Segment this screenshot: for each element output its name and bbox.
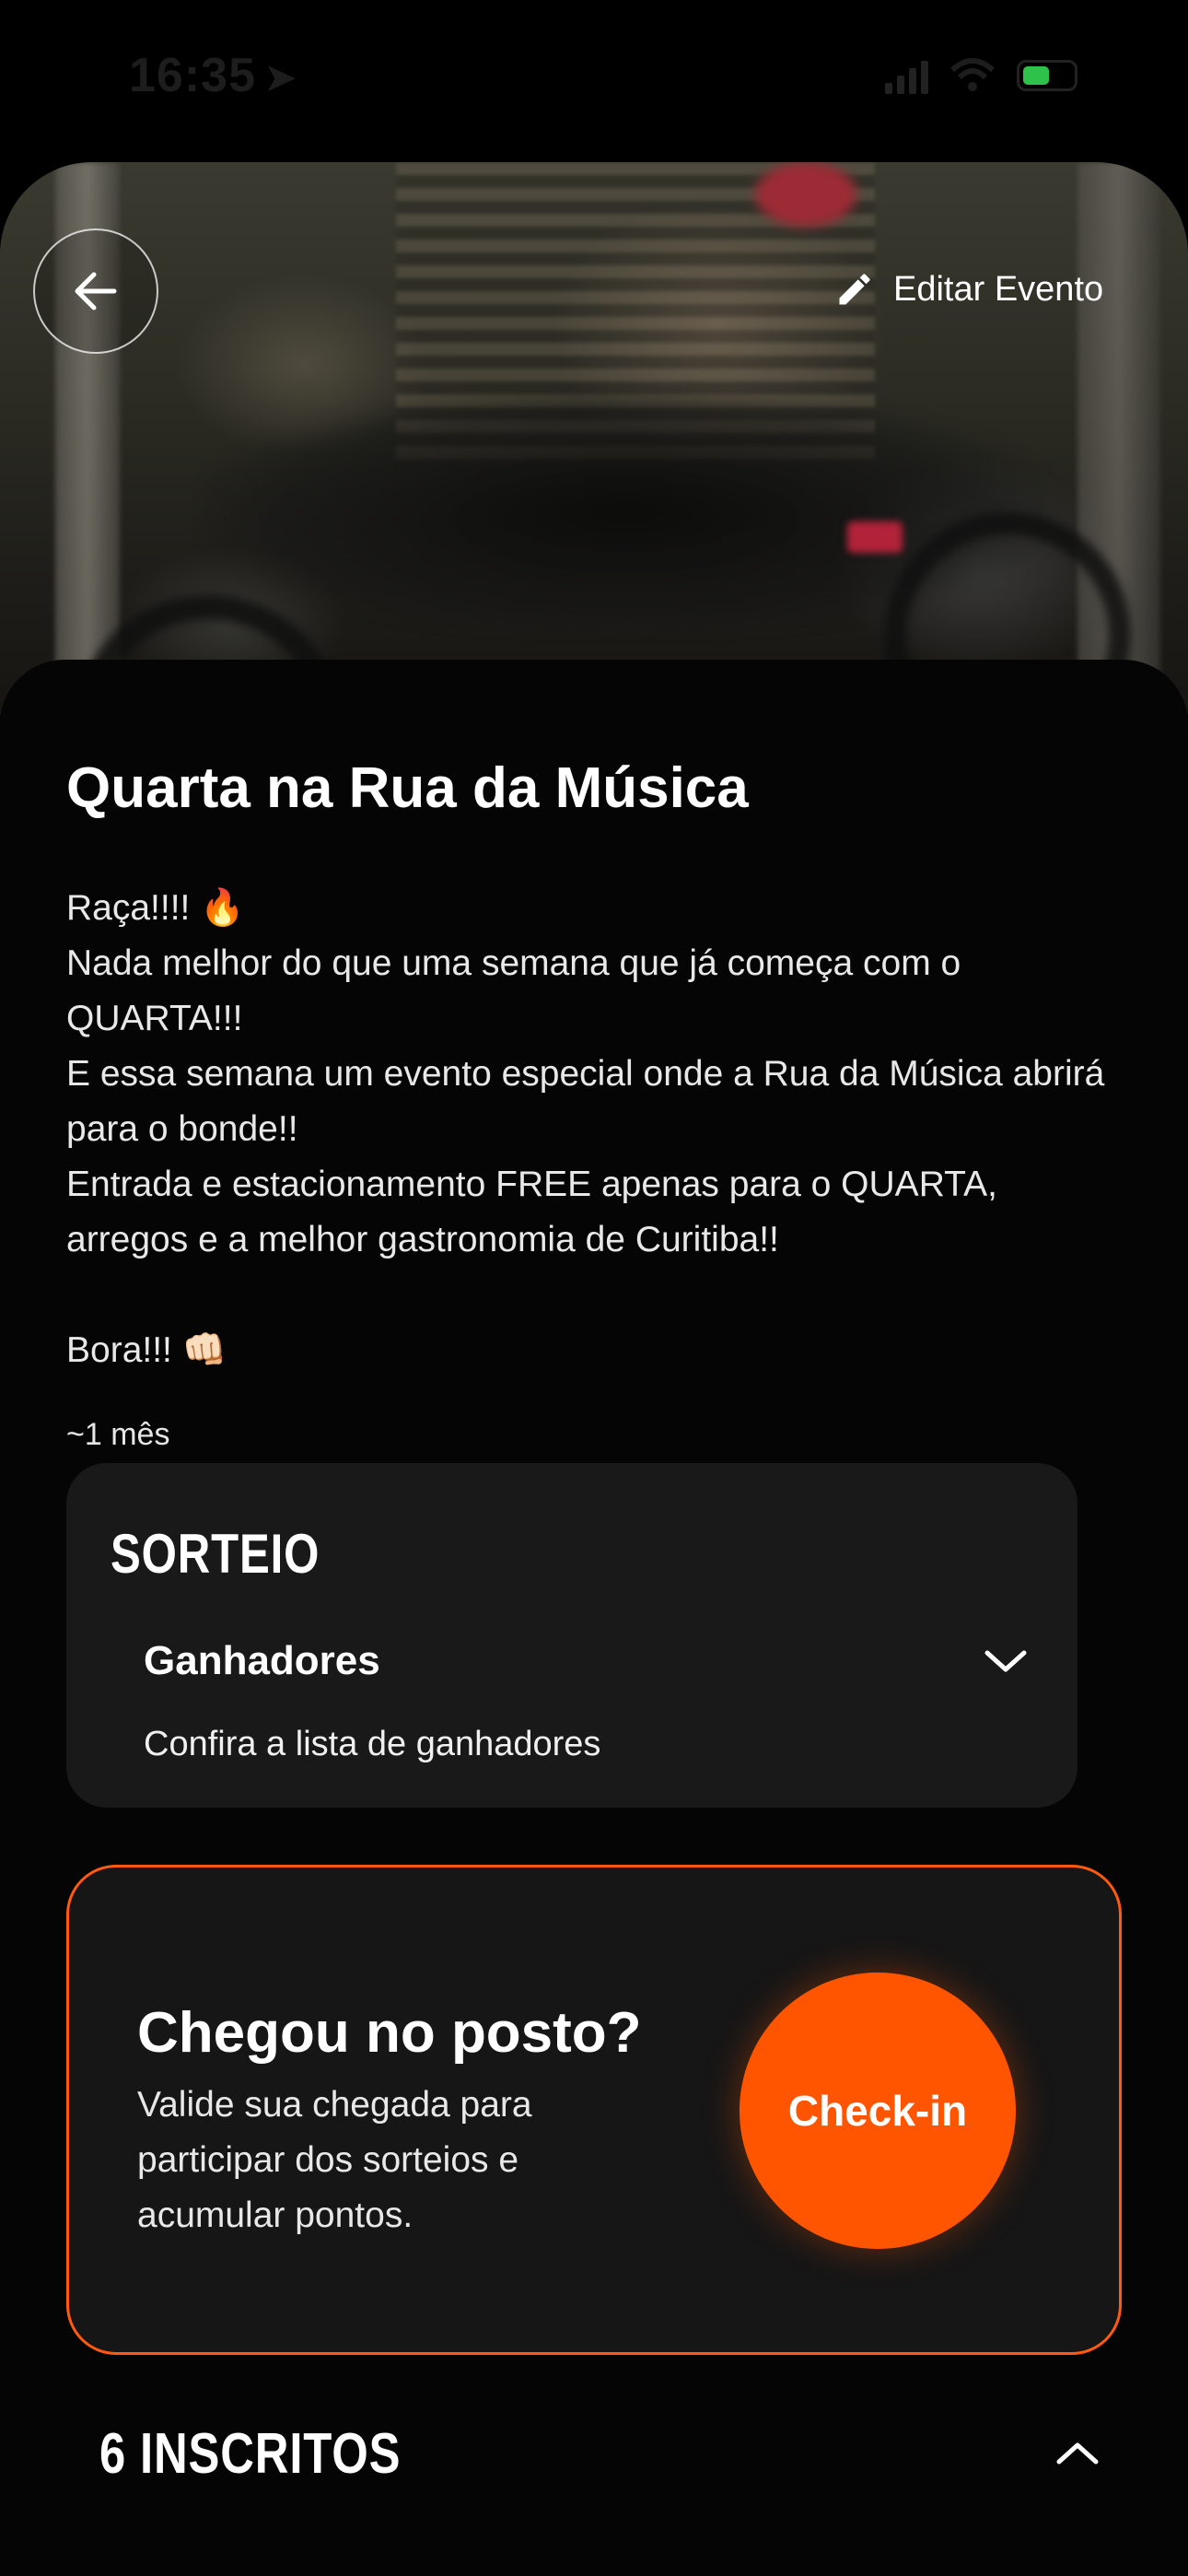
event-description: Raça!!!! 🔥 Nada melhor do que uma semana… — [66, 881, 1125, 1378]
checkin-description: Valide sua chegada para participar dos s… — [137, 2085, 532, 2235]
winners-label: Ganhadores — [144, 1638, 380, 1683]
winners-accordion[interactable]: Ganhadores — [144, 1629, 1028, 1693]
event-cover-image — [0, 162, 1188, 715]
description-line: Entrada e estacionamento FREE apenas par… — [66, 1165, 997, 1259]
description-line: Bora!!! 👊🏻 — [66, 1330, 227, 1370]
winners-subtitle: Confira a lista de ganhadores — [144, 1725, 601, 1763]
description-line: Nada melhor do que uma semana que já com… — [66, 943, 961, 1038]
checkin-title: Chegou no posto? — [137, 2001, 642, 2065]
raffle-card: SORTEIO Ganhadores Confira a lista de ga… — [66, 1463, 1077, 1808]
checkin-card: Chegou no posto? Valide sua chegada para… — [66, 1865, 1122, 2355]
subscribers-collapse-button[interactable] — [1048, 2430, 1107, 2476]
edit-event-label: Editar Evento — [893, 269, 1104, 309]
status-time-text: 16:35 — [129, 49, 256, 102]
event-details: Quarta na Rua da Música Raça!!!! 🔥 Nada … — [0, 660, 1188, 2576]
event-title: Quarta na Rua da Música — [66, 756, 749, 820]
description-line: Raça!!!! 🔥 — [66, 888, 245, 928]
edit-event-button[interactable]: Editar Evento — [834, 269, 1103, 310]
status-time: 16:35 ➤ — [129, 48, 298, 103]
back-button[interactable] — [33, 228, 158, 354]
chevron-up-icon — [1056, 2442, 1099, 2465]
subscribers-title: 6 INSCRITOS — [99, 2422, 402, 2486]
description-line: E essa semana um evento especial onde a … — [66, 1054, 1105, 1149]
chevron-down-icon[interactable] — [984, 1647, 1028, 1675]
location-arrow-icon: ➤ — [263, 55, 298, 100]
checkin-button[interactable]: Check-in — [740, 1973, 1016, 2249]
raffle-title: SORTEIO — [111, 1523, 320, 1585]
status-icons — [885, 57, 1077, 94]
cellular-signal-icon — [885, 57, 928, 94]
event-time-ago: ~1 mês — [66, 1417, 170, 1452]
pencil-icon — [839, 274, 870, 305]
wifi-icon — [949, 58, 996, 91]
arrow-left-icon — [75, 272, 117, 310]
status-bar: 16:35 ➤ — [0, 0, 1188, 157]
battery-charging-icon — [1017, 60, 1077, 91]
